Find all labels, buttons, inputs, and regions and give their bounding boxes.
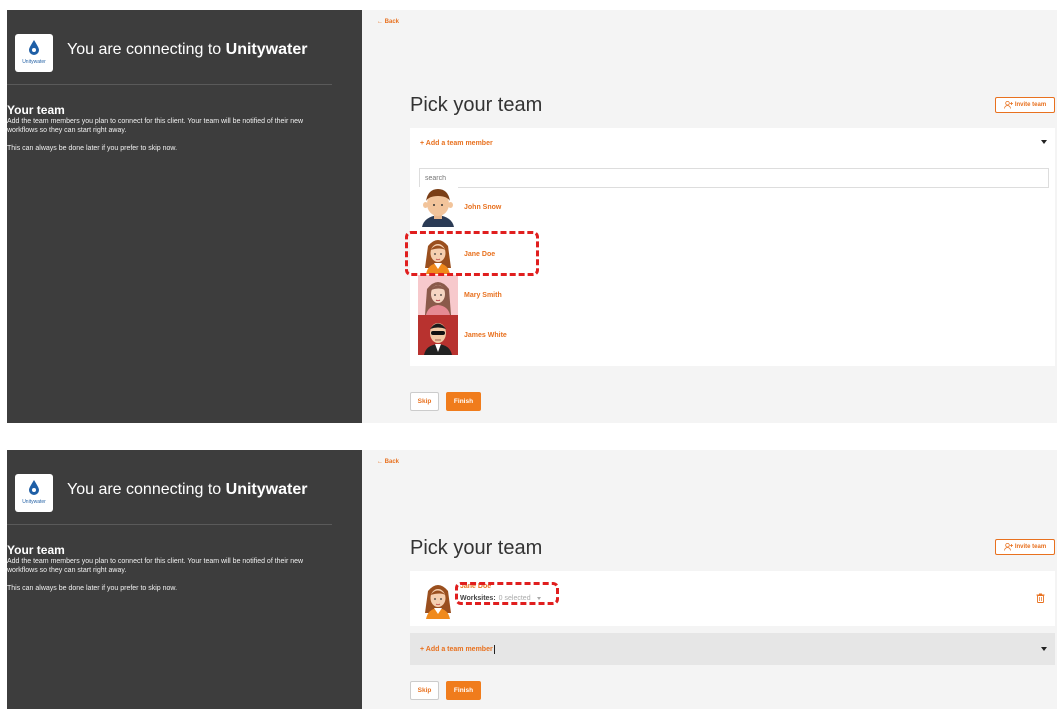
logo-text: Unitywater — [22, 499, 46, 505]
member-name: James White — [464, 331, 507, 339]
water-drop-icon — [29, 480, 39, 495]
back-link[interactable]: ← Back — [377, 459, 399, 465]
page-title: Pick your team — [410, 537, 543, 559]
sidebar: Unitywater You are connecting to Unitywa… — [7, 10, 362, 423]
finish-button[interactable]: Finish — [446, 681, 481, 700]
screen-pick-team-selected: Unitywater You are connecting to Unitywa… — [7, 450, 1057, 709]
divider — [7, 524, 332, 525]
add-team-member-label: + Add a team member — [420, 139, 493, 147]
invite-team-label: Invite team — [1014, 544, 1047, 550]
team-heading: Your team — [7, 103, 65, 117]
team-note: This can always be done later if you pre… — [7, 145, 178, 152]
mary-smith-avatar — [418, 275, 458, 315]
skip-button[interactable]: Skip — [410, 392, 439, 411]
member-name: Mary Smith — [464, 291, 502, 299]
skip-button[interactable]: Skip — [410, 681, 439, 700]
jane-doe-avatar — [418, 579, 458, 619]
connecting-title: You are connecting to Unitywater — [67, 481, 308, 498]
member-option-mary-smith[interactable]: Mary Smith — [418, 275, 718, 315]
main-content: ← Back Pick your team Invite team Jane D… — [362, 450, 1057, 709]
screen-pick-team-list: Unitywater You are connecting to Unitywa… — [7, 10, 1057, 423]
chevron-down-icon — [1041, 140, 1047, 144]
member-option-james-white[interactable]: James White — [418, 315, 718, 355]
james-white-avatar — [418, 315, 458, 355]
water-drop-icon — [29, 40, 39, 55]
unitywater-logo: Unitywater — [15, 34, 53, 72]
highlight-worksites — [455, 582, 559, 605]
unitywater-logo: Unitywater — [15, 474, 53, 512]
add-team-member-toggle[interactable]: + Add a team member — [410, 128, 1055, 158]
team-note: This can always be done later if you pre… — [7, 585, 178, 592]
logo-text: Unitywater — [22, 59, 46, 65]
add-user-icon — [1003, 543, 1013, 551]
invite-team-button[interactable]: Invite team — [995, 539, 1055, 555]
page-title: Pick your team — [410, 94, 543, 116]
add-team-member-label: + Add a team member — [420, 645, 493, 653]
member-name: John Snow — [464, 203, 502, 211]
text-cursor — [493, 644, 495, 654]
selected-member-card: Jane Doe Worksites: 0 selected — [410, 571, 1055, 626]
finish-button[interactable]: Finish — [446, 392, 481, 411]
team-picker-card: + Add a team member John Snow — [405, 128, 1055, 366]
member-option-john-snow[interactable]: John Snow — [418, 187, 718, 227]
team-description: Add the team members you plan to connect… — [7, 118, 304, 134]
divider — [7, 84, 332, 85]
chevron-down-icon — [1041, 647, 1047, 651]
search-input[interactable] — [419, 168, 1049, 188]
add-team-member-toggle[interactable]: + Add a team member — [410, 633, 1055, 665]
main-content: ← Back Pick your team Invite team + Add … — [362, 10, 1057, 423]
back-link[interactable]: ← Back — [377, 19, 399, 25]
client-name: Unitywater — [225, 481, 308, 498]
trash-icon[interactable] — [1036, 593, 1045, 603]
team-heading: Your team — [7, 543, 65, 557]
highlight-jane-doe — [405, 231, 539, 276]
add-user-icon — [1003, 101, 1013, 109]
invite-team-label: Invite team — [1014, 102, 1047, 108]
sidebar: Unitywater You are connecting to Unitywa… — [7, 450, 362, 709]
team-description: Add the team members you plan to connect… — [7, 558, 304, 574]
john-snow-avatar — [418, 187, 458, 227]
invite-team-button[interactable]: Invite team — [995, 97, 1055, 113]
client-name: Unitywater — [225, 41, 308, 58]
connecting-title: You are connecting to Unitywater — [67, 41, 308, 58]
